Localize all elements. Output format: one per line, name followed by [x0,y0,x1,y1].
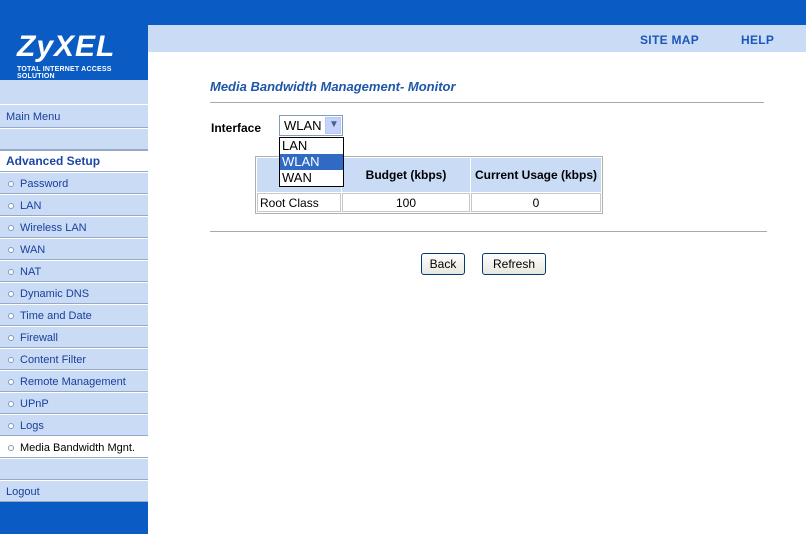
advanced-setup-label: Advanced Setup [6,154,101,168]
bullet-icon [8,181,14,187]
sidebar-item-wan[interactable]: WAN [0,238,148,260]
sidebar-item-label: Wireless LAN [20,222,87,234]
sidebar-item-media-bandwidth-mgnt[interactable]: Media Bandwidth Mgnt. [0,436,148,458]
bullet-icon [8,225,14,231]
interface-dropdown-list: LAN WLAN WAN [279,137,344,187]
refresh-button[interactable]: Refresh [482,253,546,275]
sidebar-item-content-filter[interactable]: Content Filter [0,348,148,370]
header-band [148,25,806,52]
sidebar-footer [0,502,148,534]
bullet-icon [8,401,14,407]
sidebar-item-lan[interactable]: LAN [0,194,148,216]
sidebar-item-label: Time and Date [20,310,92,322]
back-button[interactable]: Back [421,253,465,275]
bullet-icon [8,423,14,429]
interface-option-wlan[interactable]: WLAN [280,154,343,170]
table-row: Root Class 100 0 [257,193,601,212]
interface-label: Interface [211,121,262,135]
sidebar-item-label: Content Filter [20,354,87,366]
sidebar-advanced-setup-heading: Advanced Setup [0,150,148,172]
bullet-icon [8,357,14,363]
bullet-icon [8,203,14,209]
bullet-icon [8,313,14,319]
main-menu-label: Main Menu [6,111,61,123]
interface-select[interactable]: WLAN ▼ [279,115,343,136]
sidebar-item-wireless-lan[interactable]: Wireless LAN [0,216,148,238]
col-current-usage: Current Usage (kbps) [471,158,601,192]
sidebar-item-label: Firewall [20,332,58,344]
cell-class: Root Class [257,193,341,212]
title-divider [210,102,764,104]
sidebar-spacer-bottom [0,458,148,480]
table-divider [210,231,767,233]
sidebar-item-password[interactable]: Password [0,172,148,194]
logout-label: Logout [6,486,40,498]
zyxel-logo: ZyXEL TOTAL INTERNET ACCESS SOLUTION [0,25,148,80]
help-link[interactable]: HELP [741,33,774,47]
sidebar-item-nat[interactable]: NAT [0,260,148,282]
sidebar-item-firewall[interactable]: Firewall [0,326,148,348]
bullet-icon [8,379,14,385]
cell-current-usage: 0 [471,193,601,212]
sidebar-item-remote-management[interactable]: Remote Management [0,370,148,392]
bullet-icon [8,445,14,451]
sidebar-item-logs[interactable]: Logs [0,414,148,436]
bullet-icon [8,291,14,297]
sidebar-item-label: WAN [20,244,46,256]
sidebar-item-time-and-date[interactable]: Time and Date [0,304,148,326]
top-bar [0,0,806,25]
site-map-link[interactable]: SITE MAP [640,33,699,47]
bullet-icon [8,269,14,275]
sidebar-item-label: Password [20,178,69,190]
interface-option-lan[interactable]: LAN [280,138,343,154]
sidebar-logout[interactable]: Logout [0,480,148,502]
sidebar-item-label: Logs [20,420,44,432]
logo-name: ZyXEL [17,30,116,63]
sidebar-item-label: Media Bandwidth Mgnt. [20,442,135,454]
sidebar-item-dynamic-dns[interactable]: Dynamic DNS [0,282,148,304]
col-budget: Budget (kbps) [342,158,470,192]
sidebar-item-label: LAN [20,200,42,212]
sidebar-item-upnp[interactable]: UPnP [0,392,148,414]
sidebar-main-menu[interactable]: Main Menu [0,104,148,128]
sidebar-item-label: NAT [20,266,42,278]
interface-option-wan[interactable]: WAN [280,170,343,186]
sidebar-item-label: UPnP [20,398,49,410]
logo-tagline: TOTAL INTERNET ACCESS SOLUTION [17,66,112,80]
sidebar-spacer [0,128,148,150]
sidebar-item-label: Dynamic DNS [20,288,90,300]
chevron-down-icon[interactable]: ▼ [325,117,341,134]
bullet-icon [8,247,14,253]
sidebar-item-label: Remote Management [20,376,126,388]
cell-budget: 100 [342,193,470,212]
bullet-icon [8,335,14,341]
page-title: Media Bandwidth Management- Monitor [210,79,456,94]
interface-select-value: WLAN [284,118,322,133]
